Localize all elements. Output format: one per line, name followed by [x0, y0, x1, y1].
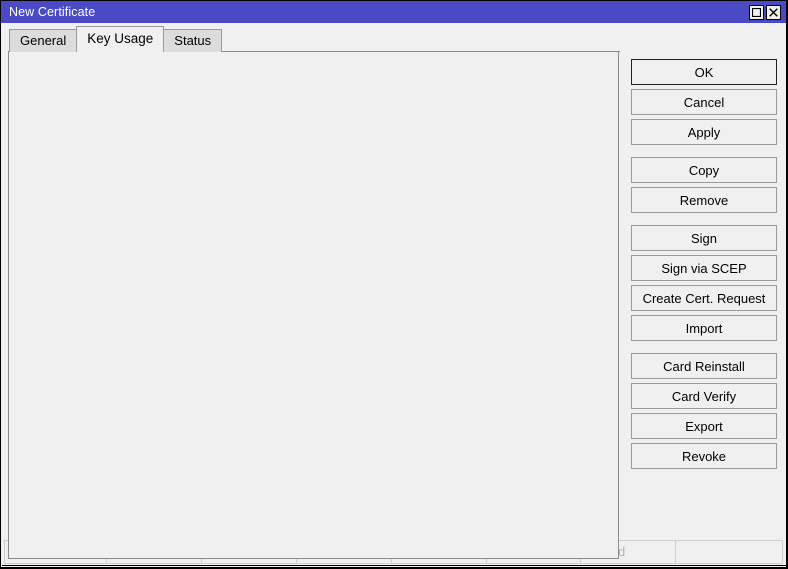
statusbar-bottom-border: [2, 565, 787, 566]
cancel-button[interactable]: Cancel: [631, 89, 777, 115]
export-button[interactable]: Export: [631, 413, 777, 439]
create-cert-request-button[interactable]: Create Cert. Request: [631, 285, 777, 311]
action-button-column: OK Cancel Apply Copy Remove Sign Sign via SCEP…: [631, 59, 777, 473]
maximize-button[interactable]: [749, 4, 764, 20]
close-button[interactable]: [766, 4, 781, 20]
close-x-icon: [769, 7, 778, 17]
copy-button[interactable]: Copy: [631, 157, 777, 183]
new-certificate-window: New Certificate GeneralKey UsageStatus K…: [0, 0, 788, 569]
status-cell-empty: [675, 540, 783, 564]
tab-content-panel: [8, 51, 620, 559]
tab-general[interactable]: General: [9, 29, 78, 52]
square-icon: [752, 7, 761, 17]
window-title: New Certificate: [9, 5, 96, 19]
titlebar-button-group: [749, 4, 784, 20]
apply-button[interactable]: Apply: [631, 119, 777, 145]
tabstrip: General Key Usage Status: [9, 26, 223, 52]
sign-button[interactable]: Sign: [631, 225, 777, 251]
window-titlebar[interactable]: New Certificate: [1, 1, 786, 23]
sign-via-scep-button[interactable]: Sign via SCEP: [631, 255, 777, 281]
import-button[interactable]: Import: [631, 315, 777, 341]
tab-key-usage[interactable]: Key Usage: [76, 26, 165, 52]
card-verify-button[interactable]: Card Verify: [631, 383, 777, 409]
window-body: GeneralKey UsageStatus Key Usage: digita…: [1, 23, 787, 567]
revoke-button[interactable]: Revoke: [631, 443, 777, 469]
card-reinstall-button[interactable]: Card Reinstall: [631, 353, 777, 379]
ok-button[interactable]: OK: [631, 59, 777, 85]
tab-status[interactable]: Status: [163, 29, 223, 52]
remove-button[interactable]: Remove: [631, 187, 777, 213]
